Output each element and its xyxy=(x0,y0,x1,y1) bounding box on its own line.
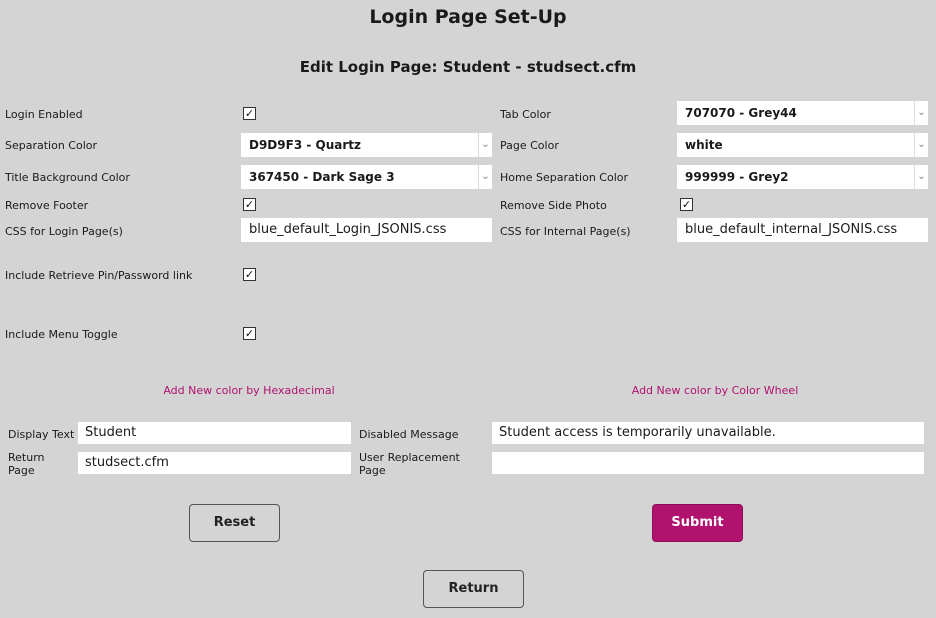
tab-color-value: 707070 - Grey44 xyxy=(685,106,797,120)
user-replacement-label-line1: User Replacement xyxy=(359,451,460,464)
submit-button[interactable]: Submit xyxy=(652,504,743,542)
chevron-down-icon: ⌄ xyxy=(478,133,492,157)
display-text-input[interactable]: Student xyxy=(78,422,351,444)
disabled-message-input[interactable]: Student access is temporarily unavailabl… xyxy=(492,422,924,444)
separation-color-label: Separation Color xyxy=(5,139,98,152)
chevron-down-icon: ⌄ xyxy=(914,165,928,189)
home-separation-color-select[interactable]: 999999 - Grey2 ⌄ xyxy=(677,165,928,189)
return-page-input[interactable]: studsect.cfm xyxy=(78,452,351,474)
return-page-label-line1: Return xyxy=(8,451,45,464)
remove-footer-label: Remove Footer xyxy=(5,199,89,212)
remove-footer-checkbox[interactable]: ✓ xyxy=(243,198,256,211)
title-bg-color-value: 367450 - Dark Sage 3 xyxy=(249,170,395,184)
css-login-label: CSS for Login Page(s) xyxy=(5,225,123,238)
retrieve-pin-label: Include Retrieve Pin/Password link xyxy=(5,269,193,282)
login-enabled-checkbox[interactable]: ✓ xyxy=(243,107,256,120)
title-bg-color-select[interactable]: 367450 - Dark Sage 3 ⌄ xyxy=(241,165,492,189)
css-internal-label: CSS for Internal Page(s) xyxy=(500,225,631,238)
title-bg-color-label: Title Background Color xyxy=(5,171,130,184)
return-button[interactable]: Return xyxy=(423,570,524,608)
home-separation-color-value: 999999 - Grey2 xyxy=(685,170,789,184)
page-subtitle: Edit Login Page: Student - studsect.cfm xyxy=(299,58,637,76)
add-color-wheel-link[interactable]: Add New color by Color Wheel xyxy=(566,384,864,397)
remove-side-photo-checkbox[interactable]: ✓ xyxy=(680,198,693,211)
user-replacement-label: User Replacement Page xyxy=(359,451,460,477)
menu-toggle-checkbox[interactable]: ✓ xyxy=(243,327,256,340)
retrieve-pin-checkbox[interactable]: ✓ xyxy=(243,268,256,281)
page-color-select[interactable]: white ⌄ xyxy=(677,133,928,157)
css-login-input[interactable]: blue_default_Login_JSONIS.css xyxy=(241,218,492,242)
tab-color-select[interactable]: 707070 - Grey44 ⌄ xyxy=(677,101,928,125)
disabled-message-label: Disabled Message xyxy=(359,428,459,441)
chevron-down-icon: ⌄ xyxy=(914,101,928,125)
tab-color-label: Tab Color xyxy=(500,108,551,121)
return-page-label: Return Page xyxy=(8,451,45,477)
page-color-label: Page Color xyxy=(500,139,559,152)
return-page-label-line2: Page xyxy=(8,464,35,477)
chevron-down-icon: ⌄ xyxy=(478,165,492,189)
css-internal-input[interactable]: blue_default_internal_JSONIS.css xyxy=(677,218,928,242)
user-replacement-input[interactable] xyxy=(492,452,924,474)
menu-toggle-label: Include Menu Toggle xyxy=(5,328,118,341)
display-text-label: Display Text xyxy=(8,428,75,441)
reset-button[interactable]: Reset xyxy=(189,504,280,542)
page-title: Login Page Set-Up xyxy=(369,6,567,28)
chevron-down-icon: ⌄ xyxy=(914,133,928,157)
separation-color-select[interactable]: D9D9F3 - Quartz ⌄ xyxy=(241,133,492,157)
page-color-value: white xyxy=(685,138,723,152)
home-separation-color-label: Home Separation Color xyxy=(500,171,629,184)
login-enabled-label: Login Enabled xyxy=(5,108,83,121)
add-color-hex-link[interactable]: Add New color by Hexadecimal xyxy=(100,384,398,397)
user-replacement-label-line2: Page xyxy=(359,464,386,477)
separation-color-value: D9D9F3 - Quartz xyxy=(249,138,361,152)
remove-side-photo-label: Remove Side Photo xyxy=(500,199,607,212)
